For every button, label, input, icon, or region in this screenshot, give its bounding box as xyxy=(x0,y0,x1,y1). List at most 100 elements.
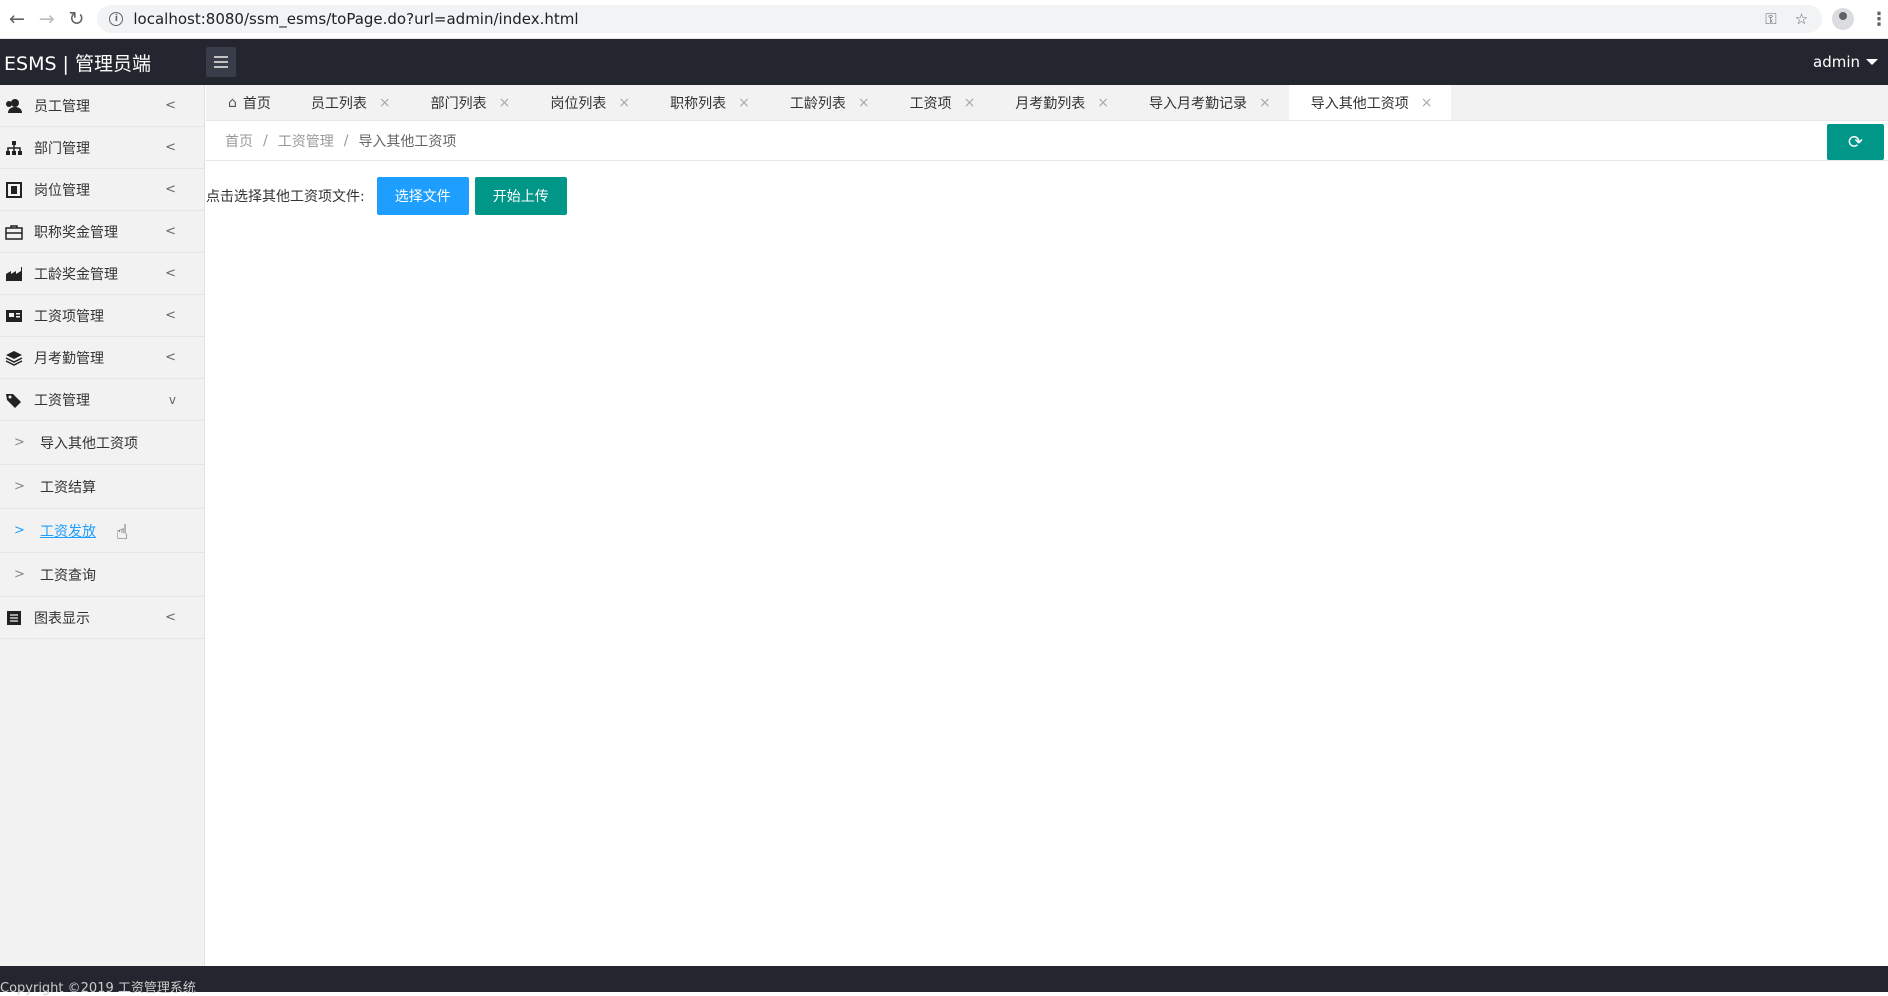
footer: Copyright ©2019 工资管理系统 xyxy=(0,966,1888,996)
tab-label: 导入月考勤记录 xyxy=(1149,95,1248,112)
tab-position-list[interactable]: 岗位列表 × xyxy=(528,85,648,120)
sidebar-item-label: 职称奖金管理 xyxy=(34,224,118,241)
user-menu[interactable]: admin xyxy=(1813,53,1888,71)
tab-label: 部门列表 xyxy=(430,95,487,112)
tab-salary-items[interactable]: 工资项 × xyxy=(888,85,994,120)
breadcrumb-separator: / xyxy=(343,133,349,149)
close-icon[interactable]: × xyxy=(1097,95,1109,111)
chevron-left-icon: < xyxy=(165,224,176,239)
profile-icon[interactable] xyxy=(1832,8,1854,30)
close-icon[interactable]: × xyxy=(858,95,870,111)
forward-icon[interactable]: → xyxy=(34,6,60,32)
sidebar-item-attendance[interactable]: 月考勤管理 < xyxy=(0,337,204,379)
address-bar[interactable]: i localhost:8080/ssm_esms/toPage.do?url=… xyxy=(97,5,1823,33)
sidebar-item-label: 部门管理 xyxy=(34,140,90,157)
upload-row: 点击选择其他工资项文件: 选择文件 开始上传 xyxy=(206,177,573,215)
sidebar-item-charts[interactable]: 图表显示 < xyxy=(0,597,204,639)
tab-attendance-list[interactable]: 月考勤列表 × xyxy=(993,85,1127,120)
tab-label: 员工列表 xyxy=(310,95,367,112)
sidebar-subitem-import-other[interactable]: > 导入其他工资项 xyxy=(0,421,204,465)
sitemap-icon xyxy=(4,139,24,157)
tab-label: 首页 xyxy=(242,95,271,112)
start-upload-button[interactable]: 开始上传 xyxy=(474,177,567,215)
chevron-right-icon: > xyxy=(14,567,25,582)
sidebar-subitem-label: 导入其他工资项 xyxy=(40,435,138,452)
tab-import-other-salary[interactable]: 导入其他工资项 × xyxy=(1288,85,1451,120)
tab-employee-list[interactable]: 员工列表 × xyxy=(289,85,409,120)
chevron-left-icon: < xyxy=(165,308,176,323)
sidebar-item-label: 月考勤管理 xyxy=(34,350,104,367)
caret-down-icon xyxy=(1866,59,1878,65)
user-name[interactable]: admin xyxy=(1813,53,1860,71)
chevron-down-icon: v xyxy=(168,392,176,407)
sidebar-subitem-settlement[interactable]: > 工资结算 xyxy=(0,465,204,509)
sidebar-toggle-icon[interactable] xyxy=(206,47,236,77)
breadcrumb-separator: / xyxy=(263,133,268,149)
app-header: ESMS | 管理员端 admin xyxy=(0,39,1888,85)
back-icon[interactable]: ← xyxy=(4,6,30,32)
url-text[interactable]: localhost:8080/ssm_esms/toPage.do?url=ad… xyxy=(133,10,578,28)
sidebar-subitem-query[interactable]: > 工资查询 xyxy=(0,553,204,597)
sidebar-item-label: 工龄奖金管理 xyxy=(34,266,118,283)
sidebar-item-department[interactable]: 部门管理 < xyxy=(0,127,204,169)
tab-label: 月考勤列表 xyxy=(1015,95,1086,112)
refresh-icon: ⟳ xyxy=(1847,131,1864,153)
close-icon[interactable]: × xyxy=(499,95,511,111)
close-icon[interactable]: × xyxy=(1421,95,1433,111)
info-icon[interactable]: i xyxy=(109,12,124,26)
users-icon xyxy=(4,97,24,115)
sidebar-item-title-bonus[interactable]: 职称奖金管理 < xyxy=(0,211,204,253)
more-menu-icon[interactable]: ⋮ xyxy=(1870,9,1888,30)
chevron-left-icon: < xyxy=(165,266,176,281)
refresh-button[interactable]: ⟳ xyxy=(1827,124,1884,160)
browser-toolbar: ← → ↻ i localhost:8080/ssm_esms/toPage.d… xyxy=(0,0,1888,39)
tab-department-list[interactable]: 部门列表 × xyxy=(409,85,529,120)
key-icon[interactable]: ⚿ xyxy=(1765,10,1776,28)
sidebar-item-salary[interactable]: 工资管理 v xyxy=(0,379,204,421)
app-logo: ESMS | 管理员端 xyxy=(4,52,151,75)
sidebar-subitem-label: 工资查询 xyxy=(40,567,96,584)
sidebar-subitem-payout[interactable]: > 工资发放 xyxy=(0,509,204,553)
sidebar-item-seniority-bonus[interactable]: 工龄奖金管理 < xyxy=(0,253,204,295)
close-icon[interactable]: × xyxy=(618,95,630,111)
close-icon[interactable]: × xyxy=(1259,95,1271,111)
sidebar-item-label: 员工管理 xyxy=(34,98,90,115)
sidebar-item-label: 图表显示 xyxy=(34,610,90,627)
layers-icon xyxy=(4,349,24,367)
breadcrumb: 首页 / 工资管理 / 导入其他工资项 ⟳ xyxy=(206,122,1888,161)
breadcrumb-section[interactable]: 工资管理 xyxy=(278,131,334,151)
sidebar-item-employee[interactable]: 员工管理 < xyxy=(0,85,204,127)
tab-seniority-list[interactable]: 工龄列表 × xyxy=(768,85,888,120)
tab-title-list[interactable]: 职称列表 × xyxy=(648,85,768,120)
tab-label: 工资项 xyxy=(909,95,952,112)
briefcase-icon xyxy=(4,223,24,241)
industry-icon xyxy=(4,265,24,283)
tab-import-attendance[interactable]: 导入月考勤记录 × xyxy=(1127,85,1289,120)
sidebar-item-position[interactable]: 岗位管理 < xyxy=(0,169,204,211)
chevron-right-icon: > xyxy=(14,435,25,450)
close-icon[interactable]: × xyxy=(379,95,391,111)
chevron-left-icon: < xyxy=(165,98,176,113)
home-icon: ⌂ xyxy=(228,94,237,111)
choose-file-button[interactable]: 选择文件 xyxy=(376,177,469,215)
tab-label: 职称列表 xyxy=(670,95,727,112)
tab-home[interactable]: ⌂ 首页 xyxy=(206,85,289,120)
copyright-text: Copyright ©2019 工资管理系统 xyxy=(0,981,196,996)
list-icon xyxy=(4,609,24,627)
chevron-left-icon: < xyxy=(165,610,176,625)
chevron-left-icon: < xyxy=(165,350,176,365)
star-icon[interactable]: ☆ xyxy=(1795,10,1808,28)
close-icon[interactable]: × xyxy=(964,95,976,111)
sidebar-item-salary-items[interactable]: 工资项管理 < xyxy=(0,295,204,337)
breadcrumb-home[interactable]: 首页 xyxy=(225,131,253,151)
sidebar-item-label: 岗位管理 xyxy=(34,182,90,199)
tags-icon xyxy=(4,391,24,409)
chevron-left-icon: < xyxy=(165,140,176,155)
tab-bar: ⌂ 首页 员工列表 × 部门列表 × 岗位列表 × 职称列表 × 工龄列表 × … xyxy=(206,85,1888,121)
sidebar-item-label: 工资项管理 xyxy=(34,308,104,325)
breadcrumb-current: 导入其他工资项 xyxy=(358,134,457,150)
close-icon[interactable]: × xyxy=(738,95,750,111)
reload-icon[interactable]: ↻ xyxy=(64,6,90,32)
sidebar-subitem-label: 工资结算 xyxy=(40,479,96,496)
chevron-right-icon: > xyxy=(14,479,25,494)
